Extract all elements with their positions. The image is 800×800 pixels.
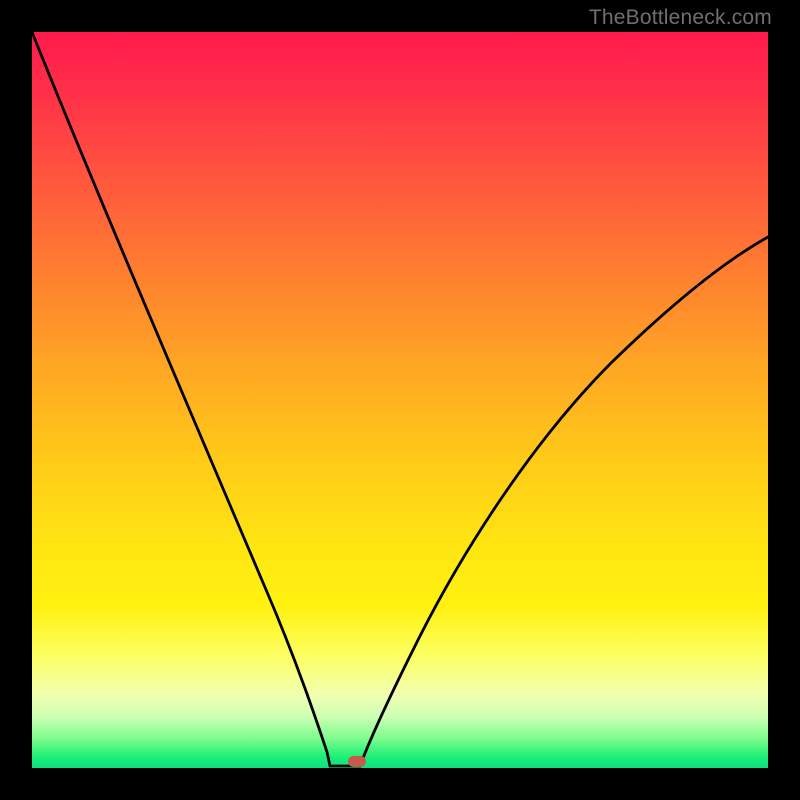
plot-area (32, 32, 768, 768)
watermark-text: TheBottleneck.com (589, 6, 772, 30)
bottleneck-marker (348, 756, 366, 767)
curve-right-branch (360, 237, 768, 766)
curve-svg (32, 32, 768, 768)
chart-container: TheBottleneck.com (0, 0, 800, 800)
curve-left-branch (32, 32, 330, 766)
